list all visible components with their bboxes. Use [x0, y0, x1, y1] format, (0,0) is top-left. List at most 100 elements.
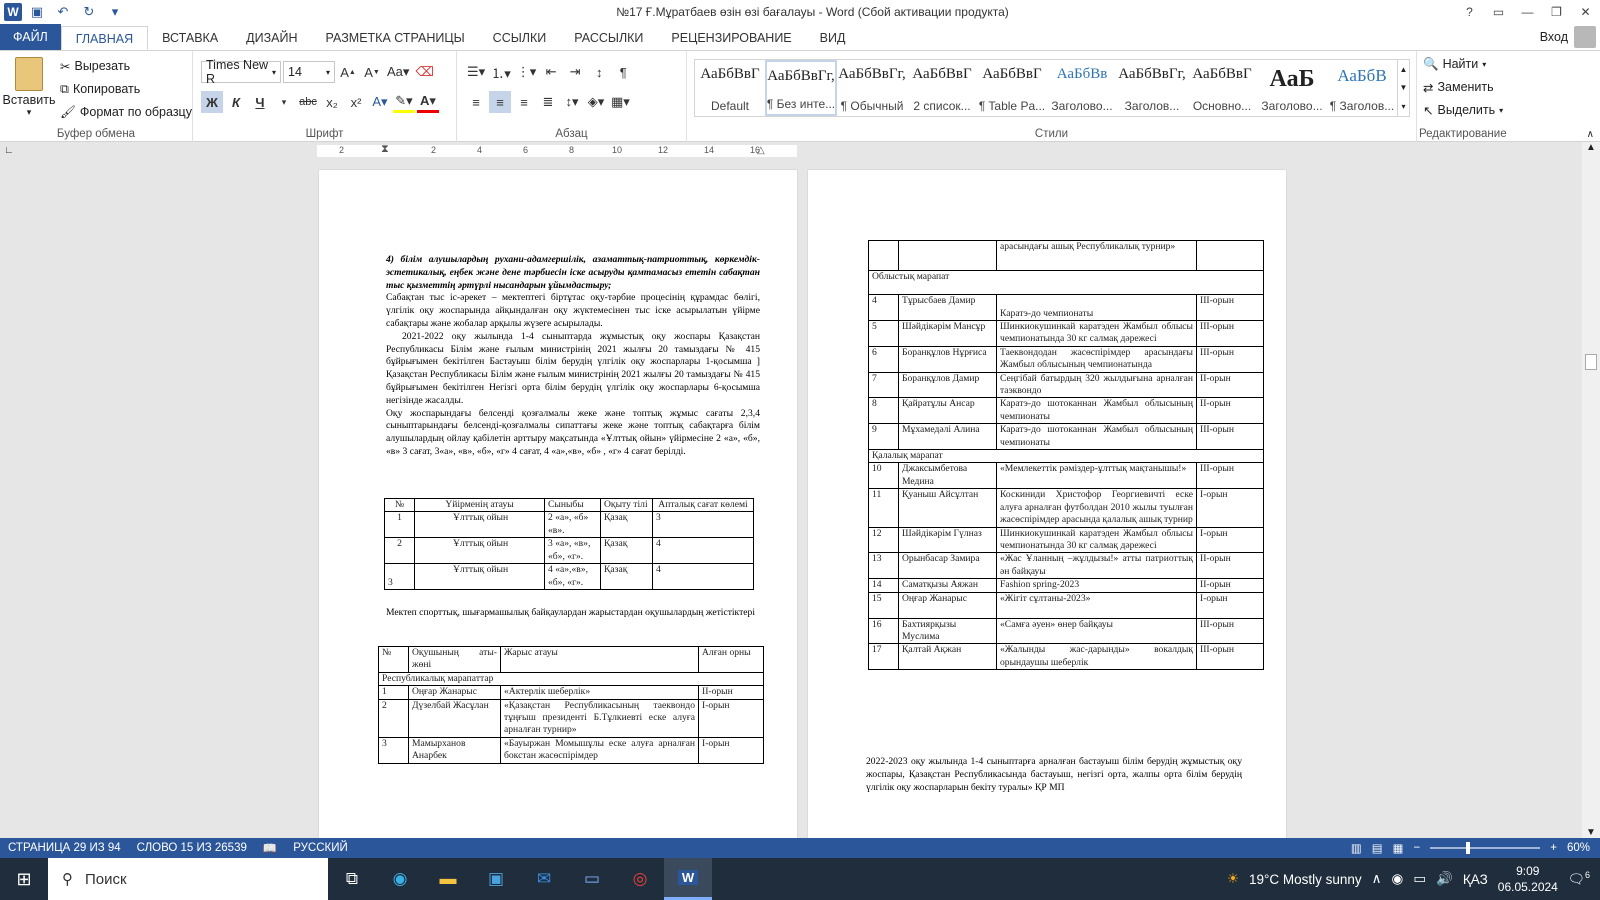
subscript-button[interactable]: x₂	[321, 91, 343, 113]
font-family-select[interactable]: Times New R ▾	[201, 58, 281, 86]
change-case-icon[interactable]: Aa▾	[385, 61, 411, 83]
read-mode-icon[interactable]: ▥	[1351, 841, 1362, 855]
achievements-table-continued[interactable]: арасындағы ашық Республикалық турнир» Об…	[868, 240, 1264, 671]
style-default[interactable]: АаБбВвГ Default	[695, 60, 765, 116]
close-button[interactable]: ✕	[1571, 0, 1600, 24]
bullets-icon[interactable]: ☰▾	[465, 61, 487, 83]
shading-icon[interactable]: ◈▾	[585, 91, 607, 113]
tab-view[interactable]: ВИД	[806, 26, 860, 50]
network-icon[interactable]: ◉	[1392, 871, 1404, 887]
font-color-icon[interactable]: A▾	[417, 91, 439, 113]
taskbar-search[interactable]: ⚲ Поиск	[48, 858, 328, 900]
style-heading-3[interactable]: АаБбВ ¶ Заголов...	[1327, 60, 1397, 116]
weather-text[interactable]: 19°C Mostly sunny	[1249, 872, 1362, 887]
print-layout-icon[interactable]: ▤	[1372, 841, 1383, 855]
paste-dropdown-icon[interactable]: ▾	[27, 107, 32, 118]
volume-icon[interactable]: 🔊	[1436, 871, 1453, 887]
underline-button[interactable]: Ч	[249, 91, 271, 113]
clubs-table[interactable]: № Үйірменің атауы Сыныбы Оқыту тілі Апта…	[384, 497, 754, 591]
superscript-button[interactable]: x²	[345, 91, 367, 113]
display-icon[interactable]: ▭	[1413, 871, 1426, 887]
document-page[interactable]: арасындағы ашық Республикалық турнир» Об…	[808, 170, 1286, 838]
bold-button[interactable]: Ж	[201, 91, 223, 113]
align-right-icon[interactable]: ≡	[513, 91, 535, 113]
avatar[interactable]	[1574, 26, 1596, 48]
vertical-scrollbar[interactable]: ▲ ▼	[1582, 142, 1600, 838]
word-taskbar-icon[interactable]: W	[664, 858, 712, 900]
tab-layout[interactable]: РАЗМЕТКА СТРАНИЦЫ	[312, 26, 479, 50]
mail-icon[interactable]: ✉	[520, 858, 568, 900]
style-heading-1[interactable]: АаБбВв Заголово...	[1047, 60, 1117, 116]
sign-in[interactable]: Вход	[1540, 24, 1600, 50]
replace-button[interactable]: ⇄ Заменить	[1423, 76, 1494, 98]
sign-in-label[interactable]: Вход	[1540, 30, 1568, 44]
chevron-up-icon[interactable]: ∧	[1372, 871, 1382, 887]
file-explorer-icon[interactable]: ▬	[424, 858, 472, 900]
find-button[interactable]: 🔍 Найти ▾	[1423, 53, 1486, 75]
justify-icon[interactable]: ≣	[537, 91, 559, 113]
scroll-up-icon[interactable]: ▲	[1400, 65, 1408, 74]
zoom-out-icon[interactable]: −	[1414, 842, 1421, 854]
zoom-slider[interactable]	[1430, 842, 1541, 854]
web-layout-icon[interactable]: ▦	[1393, 841, 1404, 855]
line-spacing-icon[interactable]: ↕▾	[561, 91, 583, 113]
page1-body[interactable]: 4) білім алушылардың рухани-адамгершілік…	[386, 254, 760, 459]
tab-selector-icon[interactable]: ∟	[4, 145, 14, 156]
input-language[interactable]: ҚАЗ	[1463, 872, 1488, 887]
tab-review[interactable]: РЕЦЕНЗИРОВАНИЕ	[657, 26, 805, 50]
word-count[interactable]: СЛОВО 15 ИЗ 26539	[129, 842, 255, 854]
copy-button[interactable]: ⧉ Копировать	[60, 78, 140, 100]
tab-file[interactable]: ФАЙЛ	[0, 24, 61, 50]
style-no-spacing[interactable]: АаБбВвГг, ¶ Без инте...	[765, 60, 837, 116]
page-count[interactable]: СТРАНИЦА 29 ИЗ 94	[0, 842, 129, 854]
grow-font-icon[interactable]: A ▲	[337, 61, 359, 83]
clear-formatting-icon[interactable]: ⌫	[413, 61, 435, 83]
align-left-icon[interactable]: ≡	[465, 91, 487, 113]
style-normal[interactable]: АаБбВвГг, ¶ Обычный	[837, 60, 907, 116]
tab-mailings[interactable]: РАССЫЛКИ	[560, 26, 657, 50]
redo-icon[interactable]: ↻	[78, 1, 100, 23]
zoom-in-icon[interactable]: +	[1550, 842, 1557, 854]
ribbon-display-icon[interactable]: ▭	[1484, 0, 1513, 24]
tab-design[interactable]: ДИЗАЙН	[232, 26, 311, 50]
clock[interactable]: 9:09 06.05.2024	[1498, 863, 1558, 895]
strikethrough-button[interactable]: abc	[297, 91, 319, 113]
align-center-icon[interactable]: ≡	[489, 91, 511, 113]
text-effects-icon[interactable]: A▾	[369, 91, 391, 113]
style-list-2[interactable]: АаБбВвГ 2 список...	[907, 60, 977, 116]
style-table-paragraph[interactable]: АаБбВвГ ¶ Table Pa...	[977, 60, 1047, 116]
font-size-select[interactable]: 14 ▾	[283, 61, 335, 83]
undo-icon[interactable]: ↶	[52, 1, 74, 23]
indent-marker-icon[interactable]: ⧗	[381, 143, 389, 156]
shrink-font-icon[interactable]: A ▼	[361, 61, 383, 83]
pilcrow-icon[interactable]: ¶	[612, 61, 634, 83]
horizontal-ruler[interactable]: 2 2 4 6 8 10 12 14 16 ⧗ △	[317, 143, 797, 157]
chrome-icon[interactable]: ◎	[616, 858, 664, 900]
desktop-app-icon[interactable]: ▭	[568, 858, 616, 900]
customize-qat-icon[interactable]: ▾	[104, 1, 126, 23]
maximize-button[interactable]: ❐	[1542, 0, 1571, 24]
style-title[interactable]: АаБ Заголово...	[1257, 60, 1327, 116]
proofing-icon[interactable]: 📖	[255, 841, 285, 855]
style-body-text[interactable]: АаБбВвГ Основно...	[1187, 60, 1257, 116]
document-page[interactable]: 4) білім алушылардың рухани-адамгершілік…	[319, 170, 797, 838]
save-icon[interactable]: ▣	[26, 1, 48, 23]
notifications-icon[interactable]: 🗨6	[1568, 870, 1590, 888]
select-button[interactable]: ↖ Выделить ▾	[1423, 99, 1503, 121]
numbering-icon[interactable]: ⒈▾	[489, 61, 513, 83]
increase-indent-icon[interactable]: ⇥	[564, 61, 586, 83]
borders-icon[interactable]: ▦▾	[609, 91, 632, 113]
right-indent-marker-icon[interactable]: △	[757, 145, 765, 156]
cut-button[interactable]: ✂ Вырезать	[60, 55, 130, 77]
edge-icon[interactable]: ◉	[376, 858, 424, 900]
style-heading-2[interactable]: АаБбВвГг, Заголов...	[1117, 60, 1187, 116]
zoom-level[interactable]: 60%	[1567, 842, 1590, 854]
highlight-icon[interactable]: ✎▾	[393, 91, 415, 113]
weather-icon[interactable]: ☀	[1227, 871, 1239, 887]
paste-button[interactable]: Вставить ▾	[3, 57, 56, 118]
help-button[interactable]: ?	[1455, 0, 1484, 24]
sort-icon[interactable]: ↕	[588, 61, 610, 83]
windows-start-icon[interactable]: ⊞	[0, 858, 48, 900]
scroll-down-icon[interactable]: ▼	[1400, 83, 1408, 92]
task-view-icon[interactable]: ⧉	[328, 858, 376, 900]
